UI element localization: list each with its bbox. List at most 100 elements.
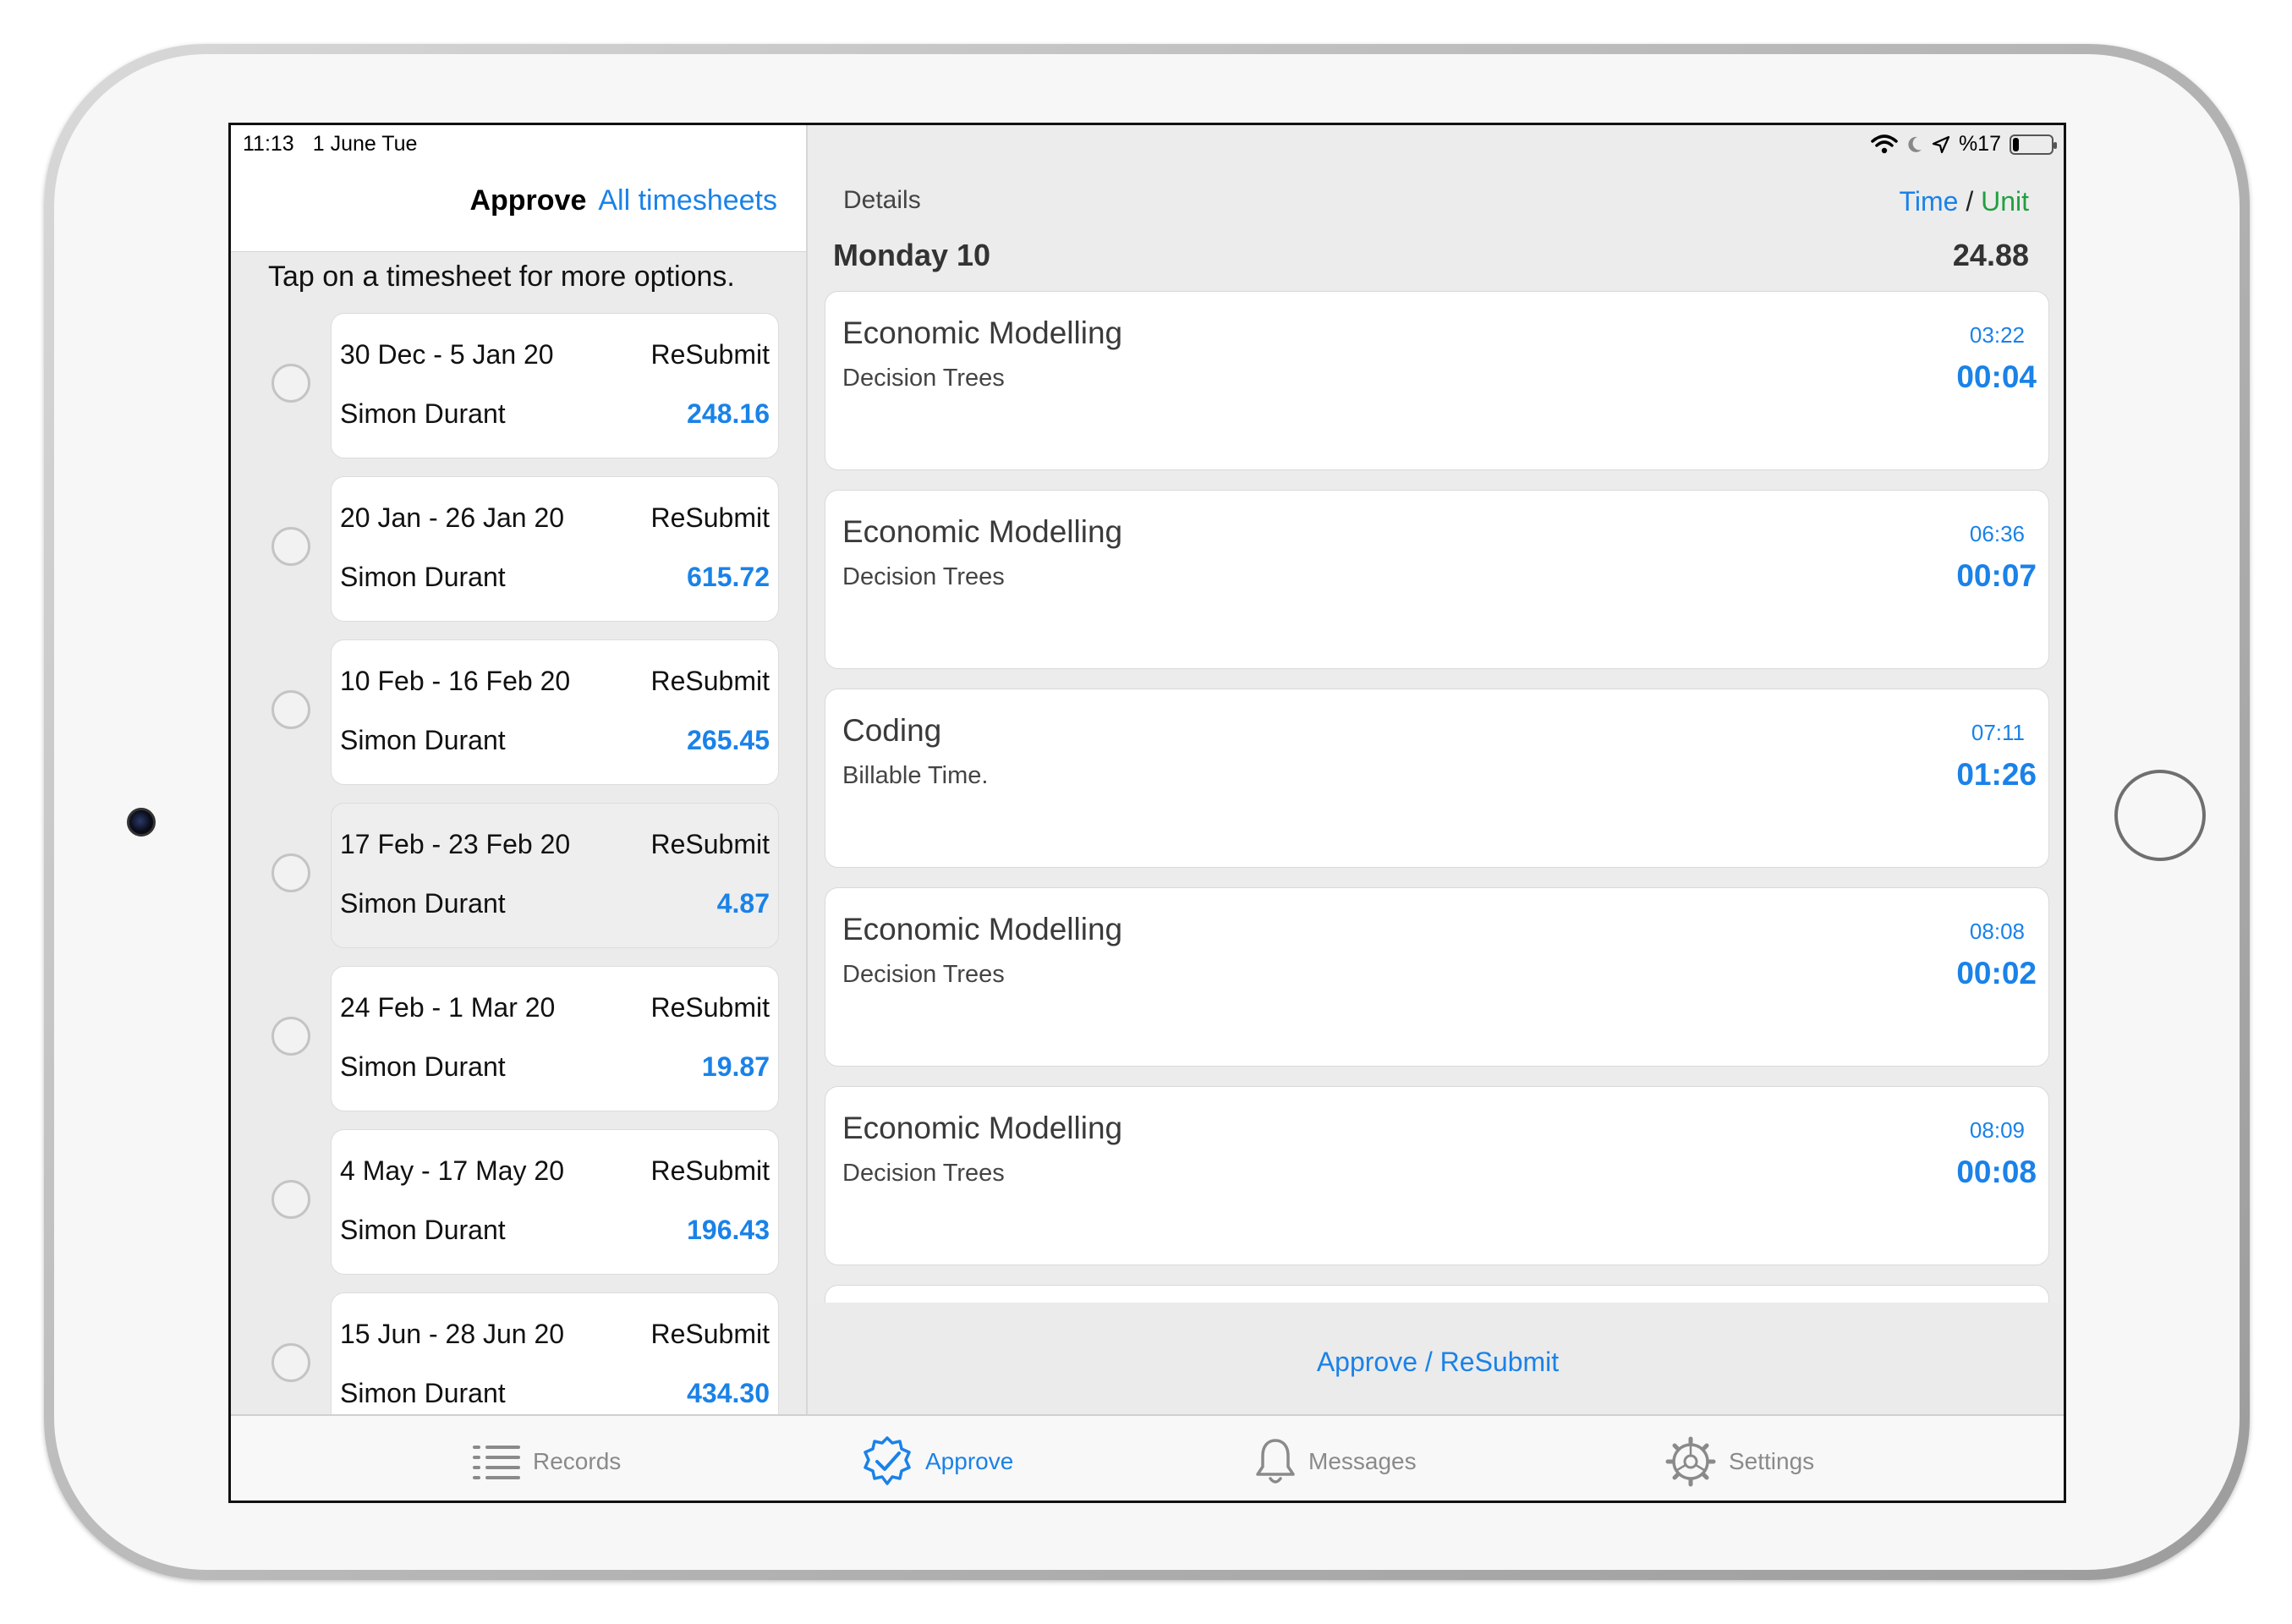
entry-project: Economic Modelling bbox=[842, 1111, 1123, 1145]
timesheet-total: 434.30 bbox=[687, 1378, 770, 1408]
tab-label: Approve bbox=[925, 1448, 1014, 1474]
time-entry-card[interactable]: Coding Billable Time. 07:11 01:26 bbox=[825, 689, 2049, 868]
timesheet-status: ReSubmit bbox=[650, 829, 770, 859]
status-date: 1 June Tue bbox=[312, 132, 418, 156]
tab-label: Records bbox=[533, 1448, 622, 1474]
timesheet-range: 17 Feb - 23 Feb 20 bbox=[340, 829, 571, 859]
entry-start-time: 07:11 bbox=[1971, 720, 2025, 745]
entry-start-time: 08:08 bbox=[1969, 919, 2025, 944]
entry-duration: 00:02 bbox=[1956, 956, 2037, 990]
entry-duration: 00:08 bbox=[1956, 1155, 2037, 1189]
select-radio[interactable] bbox=[271, 1017, 310, 1056]
timesheet-total: 265.45 bbox=[687, 725, 770, 755]
toggle-unit[interactable]: Unit bbox=[1981, 186, 2029, 217]
time-entry-card[interactable]: Economic Modelling Decision Trees 08:08 … bbox=[825, 887, 2049, 1067]
timesheet-employee: Simon Durant bbox=[340, 1051, 506, 1082]
time-entry-card[interactable]: Economic Modelling Decision Trees 08:09 … bbox=[825, 1086, 2049, 1265]
entry-project: Economic Modelling bbox=[842, 912, 1123, 946]
entry-task: Decision Trees bbox=[842, 1160, 1005, 1187]
moon-icon bbox=[1908, 136, 1922, 152]
timesheet-employee: Simon Durant bbox=[340, 888, 506, 919]
wifi-icon bbox=[1871, 134, 1898, 153]
timesheet-card[interactable]: 30 Dec - 5 Jan 20 ReSubmit Simon Durant … bbox=[331, 313, 779, 458]
timesheet-range: 15 Jun - 28 Jun 20 bbox=[340, 1319, 565, 1349]
approve-resubmit-button[interactable]: Approve / ReSubmit bbox=[808, 1347, 2064, 1378]
tab-approve[interactable]: Approve bbox=[861, 1435, 1013, 1489]
timesheet-row[interactable]: 4 May - 17 May 20 ReSubmit Simon Durant … bbox=[231, 1129, 806, 1275]
time-entry-card[interactable]: Economic Modelling Decision Trees 03:22 … bbox=[825, 291, 2049, 470]
select-radio[interactable] bbox=[271, 527, 310, 566]
check-badge-icon bbox=[864, 1436, 911, 1485]
timesheet-row-selected[interactable]: 17 Feb - 23 Feb 20 ReSubmit Simon Durant… bbox=[231, 803, 806, 948]
timesheet-row[interactable]: 30 Dec - 5 Jan 20 ReSubmit Simon Durant … bbox=[231, 313, 806, 458]
timesheet-employee: Simon Durant bbox=[340, 562, 506, 592]
entry-duration: 00:07 bbox=[1956, 558, 2037, 593]
tab-records[interactable]: Records bbox=[472, 1435, 621, 1489]
select-radio[interactable] bbox=[271, 853, 310, 892]
entry-task: Decision Trees bbox=[842, 961, 1005, 988]
timesheet-card[interactable]: 4 May - 17 May 20 ReSubmit Simon Durant … bbox=[331, 1129, 779, 1275]
toggle-time[interactable]: Time bbox=[1900, 186, 1959, 217]
timesheet-card[interactable]: 17 Feb - 23 Feb 20 ReSubmit Simon Durant… bbox=[331, 803, 779, 948]
timesheet-range: 10 Feb - 16 Feb 20 bbox=[340, 666, 571, 696]
entry-project: Economic Modelling bbox=[842, 315, 1123, 350]
timesheet-employee: Simon Durant bbox=[340, 398, 506, 429]
home-button[interactable] bbox=[2114, 770, 2206, 861]
status-time: 11:13 bbox=[243, 132, 294, 156]
timesheet-status: ReSubmit bbox=[650, 502, 770, 533]
timesheet-row[interactable]: 20 Jan - 26 Jan 20 ReSubmit Simon Durant… bbox=[231, 476, 806, 622]
timesheet-range: 24 Feb - 1 Mar 20 bbox=[340, 992, 556, 1023]
action-bar: Approve / ReSubmit bbox=[808, 1303, 2064, 1414]
tab-messages[interactable]: Messages bbox=[1254, 1435, 1417, 1489]
app-screen: Approve All timesheets Tap on a timesheet… bbox=[228, 123, 2066, 1503]
time-entry-card[interactable]: Economic Modelling Decision Trees 06:36 … bbox=[825, 490, 2049, 669]
time-entry-card-partial[interactable] bbox=[825, 1285, 2049, 1303]
bell-icon bbox=[1256, 1439, 1295, 1484]
timesheet-employee: Simon Durant bbox=[340, 1378, 506, 1408]
timesheet-status: ReSubmit bbox=[650, 666, 770, 696]
location-arrow-icon bbox=[1932, 135, 1950, 153]
status-bar-right: %17 bbox=[1871, 132, 2057, 156]
timesheet-total: 19.87 bbox=[701, 1051, 770, 1082]
entry-task: Decision Trees bbox=[842, 563, 1005, 590]
tab-settings[interactable]: Settings bbox=[1664, 1435, 1814, 1489]
tab-bar: Records Approve Messages Settings bbox=[231, 1414, 2064, 1501]
hint-text: Tap on a timesheet for more options. bbox=[268, 261, 735, 293]
timesheet-total: 248.16 bbox=[687, 398, 770, 429]
all-timesheets-link[interactable]: All timesheets bbox=[598, 184, 777, 217]
entry-start-time: 06:36 bbox=[1969, 521, 2025, 546]
timesheet-row[interactable]: 24 Feb - 1 Mar 20 ReSubmit Simon Durant … bbox=[231, 966, 806, 1111]
front-camera bbox=[127, 808, 156, 837]
battery-percent: %17 bbox=[1958, 132, 2001, 156]
timesheet-total: 615.72 bbox=[687, 562, 770, 592]
timesheet-card[interactable]: 15 Jun - 28 Jun 20 ReSubmit Simon Durant… bbox=[331, 1292, 779, 1414]
details-pane: Details Time / Unit Monday 10 24.88 Econ… bbox=[806, 125, 2064, 1414]
time-unit-toggle[interactable]: Time / Unit bbox=[1900, 186, 2030, 217]
toggle-separator: / bbox=[1966, 186, 1974, 217]
entry-start-time: 08:09 bbox=[1969, 1117, 2025, 1143]
entry-start-time: 03:22 bbox=[1969, 322, 2025, 348]
timesheet-total: 196.43 bbox=[687, 1215, 770, 1245]
timesheet-card[interactable]: 24 Feb - 1 Mar 20 ReSubmit Simon Durant … bbox=[331, 966, 779, 1111]
timesheet-row[interactable]: 10 Feb - 16 Feb 20 ReSubmit Simon Durant… bbox=[231, 639, 806, 785]
entry-task: Decision Trees bbox=[842, 365, 1005, 392]
timesheet-card[interactable]: 20 Jan - 26 Jan 20 ReSubmit Simon Durant… bbox=[331, 476, 779, 622]
timesheet-range: 4 May - 17 May 20 bbox=[340, 1155, 564, 1186]
battery-level bbox=[2013, 137, 2019, 151]
day-total: 24.88 bbox=[1952, 238, 2029, 272]
select-radio[interactable] bbox=[271, 1180, 310, 1219]
timesheet-status: ReSubmit bbox=[650, 1319, 770, 1349]
timesheet-card[interactable]: 10 Feb - 16 Feb 20 ReSubmit Simon Durant… bbox=[331, 639, 779, 785]
entry-list[interactable]: Economic Modelling Decision Trees 03:22 … bbox=[825, 291, 2049, 1303]
day-label: Monday 10 bbox=[833, 238, 991, 272]
timesheet-row[interactable]: 15 Jun - 28 Jun 20 ReSubmit Simon Durant… bbox=[231, 1292, 806, 1414]
list-icon bbox=[473, 1446, 520, 1479]
timesheet-list-pane: Approve All timesheets Tap on a timesheet… bbox=[231, 125, 806, 1414]
select-radio[interactable] bbox=[271, 364, 310, 403]
select-radio[interactable] bbox=[271, 1343, 310, 1382]
battery-icon bbox=[2010, 134, 2057, 155]
timesheet-list[interactable]: 30 Dec - 5 Jan 20 ReSubmit Simon Durant … bbox=[231, 313, 806, 1414]
select-radio[interactable] bbox=[271, 690, 310, 729]
entry-task: Billable Time. bbox=[842, 762, 989, 789]
timesheet-status: ReSubmit bbox=[650, 1155, 770, 1186]
